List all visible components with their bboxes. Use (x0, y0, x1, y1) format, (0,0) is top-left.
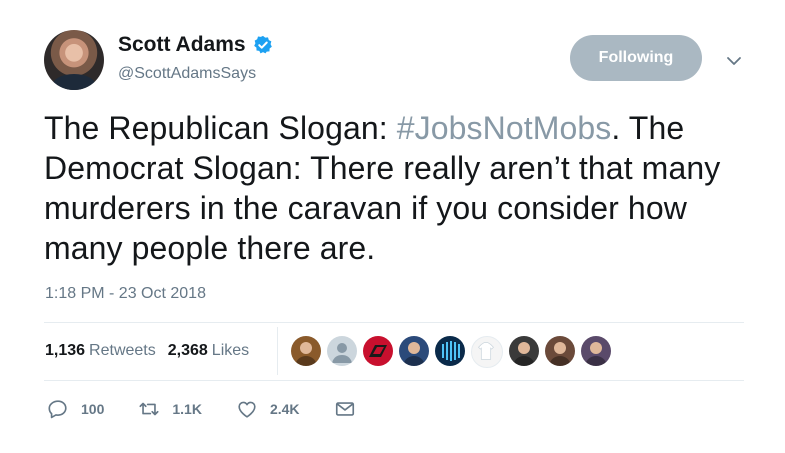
avatar-group-icon[interactable] (581, 336, 611, 366)
liker-avatars (291, 336, 617, 368)
avatar-child-icon[interactable] (545, 336, 575, 366)
direct-message-button[interactable] (334, 398, 368, 420)
hashtag-link[interactable]: #JobsNotMobs (397, 110, 612, 146)
mail-icon (335, 402, 354, 416)
reply-button[interactable]: 100 (47, 398, 104, 420)
tweet-timestamp[interactable]: 1:18 PM - 23 Oct 2018 (45, 285, 206, 303)
retweets-count[interactable]: 1,136 (45, 342, 85, 360)
following-button[interactable]: Following (570, 35, 702, 81)
stats-separator (277, 327, 278, 375)
avatar-woman-icon[interactable] (509, 336, 539, 366)
reply-count: 100 (81, 401, 105, 417)
avatar-person-icon[interactable] (399, 336, 429, 366)
verified-badge-icon (253, 35, 273, 55)
reply-icon (48, 400, 67, 419)
likes-label[interactable]: Likes (212, 342, 249, 360)
divider-top (44, 322, 744, 323)
default-avatar-icon[interactable] (327, 336, 357, 366)
avatar-lights-icon[interactable] (435, 336, 465, 366)
heart-icon (238, 401, 256, 418)
author-handle[interactable]: @ScottAdamsSays (118, 65, 256, 83)
diamondbacks-logo-icon[interactable] (363, 336, 393, 366)
likes-count[interactable]: 2,368 (168, 342, 208, 360)
retweet-icon (139, 402, 159, 416)
retweet-count: 1.1K (172, 401, 202, 417)
tweet-text: The Republican Slogan: #JobsNotMobs. The… (44, 108, 744, 268)
like-count: 2.4K (269, 401, 300, 417)
retweets-label[interactable]: Retweets (89, 342, 156, 360)
tweet-text-part1: The Republican Slogan: (44, 110, 397, 146)
author-name-row: Scott Adams (118, 33, 273, 57)
tweet-actions: 100 1.1K 2.4K (47, 398, 368, 420)
avatar-shirt (52, 74, 96, 90)
like-button[interactable]: 2.4K (236, 398, 300, 420)
author-avatar[interactable] (44, 30, 104, 90)
retweet-button[interactable]: 1.1K (138, 398, 202, 420)
avatar-shirt-icon[interactable] (471, 336, 503, 368)
avatar-portrait-icon[interactable] (291, 336, 321, 366)
tweet-stats: 1,136 Retweets 2,368 Likes (45, 342, 249, 360)
divider-bottom (44, 380, 744, 381)
author-display-name[interactable]: Scott Adams (118, 33, 246, 57)
chevron-down-icon[interactable] (726, 54, 742, 66)
